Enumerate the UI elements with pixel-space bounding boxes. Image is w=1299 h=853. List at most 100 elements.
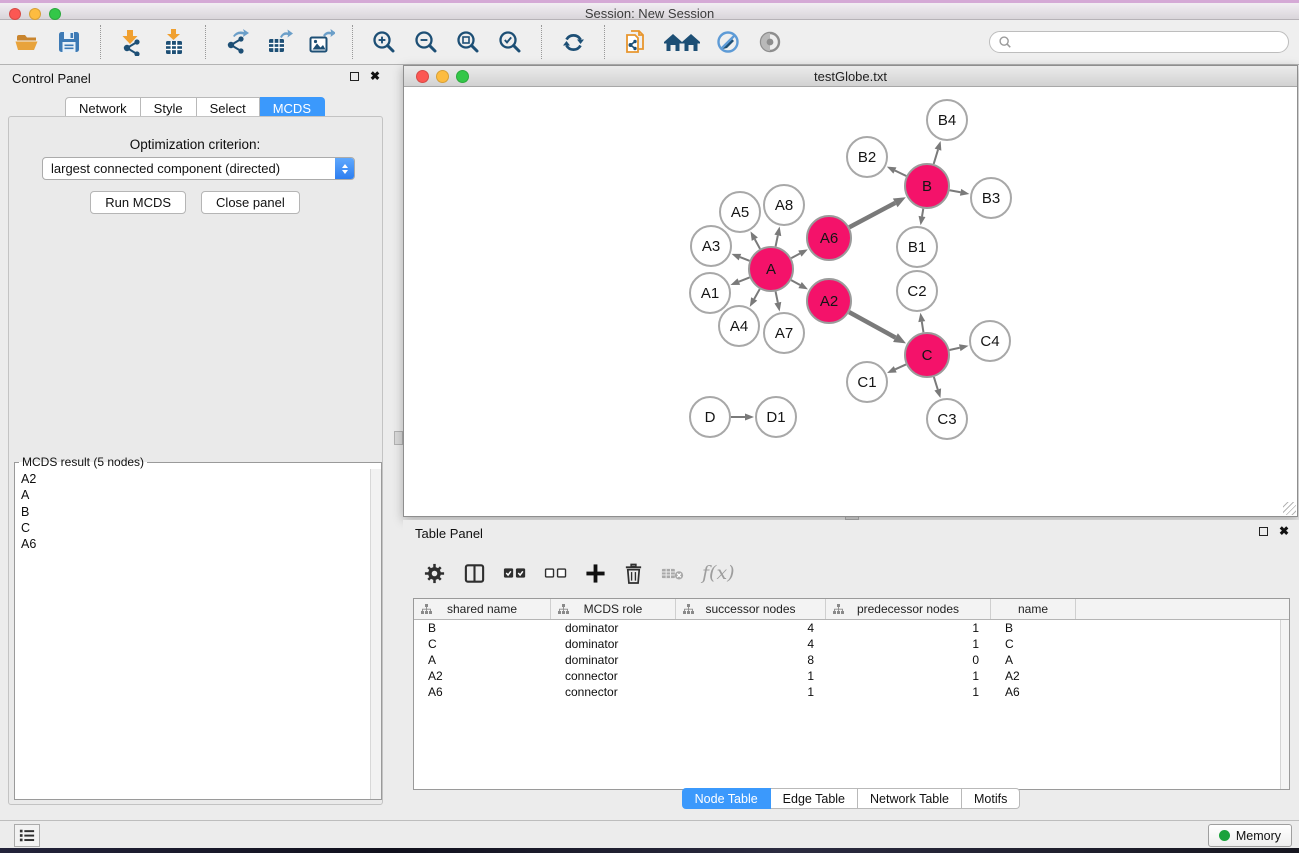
table-row[interactable]: A2connector11A2 — [414, 668, 1289, 684]
node-A8[interactable]: A8 — [764, 185, 804, 225]
node-C3[interactable]: C3 — [927, 399, 967, 439]
edge-A-A6[interactable] — [791, 249, 808, 258]
column-header-successor-nodes[interactable]: successor nodes — [676, 599, 826, 619]
node-C[interactable]: C — [905, 333, 949, 377]
float-table-panel-icon[interactable] — [1259, 527, 1268, 536]
node-A2[interactable]: A2 — [807, 279, 851, 323]
graphics-details-button[interactable] — [711, 26, 745, 58]
eye-button[interactable] — [753, 26, 787, 58]
node-B2[interactable]: B2 — [847, 137, 887, 177]
result-item[interactable]: A2 — [15, 471, 370, 487]
node-A[interactable]: A — [749, 247, 793, 291]
column-header-mcds-role[interactable]: MCDS role — [551, 599, 676, 619]
delete-table-button[interactable] — [661, 565, 685, 582]
zoom-selected-button[interactable] — [493, 26, 527, 58]
node-B3[interactable]: B3 — [971, 178, 1011, 218]
column-header-name[interactable]: name — [991, 599, 1076, 619]
table-row[interactable]: Adominator80A — [414, 652, 1289, 668]
table-row[interactable]: A6connector11A6 — [414, 684, 1289, 700]
edge-A-A7[interactable] — [774, 292, 781, 312]
node-C1[interactable]: C1 — [847, 362, 887, 402]
node-D1[interactable]: D1 — [756, 397, 796, 437]
table-tab-edge-table[interactable]: Edge Table — [771, 788, 858, 809]
deselect-all-button[interactable] — [544, 565, 568, 581]
network-window-titlebar[interactable]: testGlobe.txt — [404, 66, 1297, 87]
function-builder-button[interactable]: f(x) — [702, 562, 735, 584]
result-item[interactable]: A6 — [15, 536, 370, 552]
edge-C-C4[interactable] — [949, 344, 968, 351]
table-tab-network-table[interactable]: Network Table — [858, 788, 962, 809]
task-history-button[interactable] — [14, 824, 40, 847]
save-session-button[interactable] — [52, 26, 86, 58]
network-canvas[interactable]: A A1 A2 A3 A4 A5 A6 A7 A8 B B1 B2 B3B4 C C1 C2 C3C4 D D1 — [404, 87, 1297, 516]
refresh-button[interactable] — [556, 26, 590, 58]
column-header-shared-name[interactable]: shared name — [414, 599, 551, 619]
close-panel-icon[interactable]: ✖ — [370, 71, 380, 82]
table-settings-button[interactable] — [423, 562, 446, 585]
node-A3[interactable]: A3 — [691, 226, 731, 266]
float-panel-icon[interactable] — [350, 72, 359, 81]
result-list-scrollbar[interactable] — [370, 469, 381, 799]
node-D[interactable]: D — [690, 397, 730, 437]
zoom-out-button[interactable] — [409, 26, 443, 58]
search-input[interactable] — [1017, 35, 1280, 49]
edge-B-B3[interactable] — [950, 189, 970, 196]
node-C2[interactable]: C2 — [897, 271, 937, 311]
edge-B-B2[interactable] — [887, 167, 906, 176]
table-row[interactable]: Cdominator41C — [414, 636, 1289, 652]
node-C4[interactable]: C4 — [970, 321, 1010, 361]
node-A5[interactable]: A5 — [720, 192, 760, 232]
edge-A-A8[interactable] — [774, 227, 781, 247]
edge-A-A1[interactable] — [730, 277, 749, 285]
node-B1[interactable]: B1 — [897, 227, 937, 267]
home-button[interactable] — [661, 26, 703, 58]
edge-C-C3[interactable] — [934, 377, 941, 398]
edge-A-A2[interactable] — [791, 280, 808, 289]
edge-C-C1[interactable] — [887, 364, 906, 373]
export-image-button[interactable] — [304, 26, 338, 58]
import-table-button[interactable] — [157, 26, 191, 58]
edge-C-C2[interactable] — [918, 313, 925, 333]
edge-D-D1[interactable] — [731, 414, 754, 421]
node-A7[interactable]: A7 — [764, 313, 804, 353]
zoom-fit-button[interactable] — [451, 26, 485, 58]
edge-A6-B[interactable] — [849, 197, 905, 227]
edge-A2-C[interactable] — [849, 312, 906, 343]
delete-column-button[interactable] — [623, 562, 644, 585]
vertical-splitter-handle[interactable] — [394, 431, 403, 445]
resize-grip[interactable] — [1283, 502, 1296, 515]
node-A4[interactable]: A4 — [719, 306, 759, 346]
edge-A-A3[interactable] — [732, 254, 750, 261]
node-B4[interactable]: B4 — [927, 100, 967, 140]
edge-A-A4[interactable] — [750, 289, 760, 307]
edge-B-B4[interactable] — [934, 141, 942, 164]
criterion-dropdown[interactable]: largest connected component (directed) — [42, 157, 355, 180]
node-A6[interactable]: A6 — [807, 216, 851, 260]
export-network-button[interactable] — [220, 26, 254, 58]
run-mcds-button[interactable]: Run MCDS — [90, 191, 186, 214]
column-browser-button[interactable] — [463, 562, 486, 585]
open-session-button[interactable] — [10, 26, 44, 58]
close-panel-button[interactable]: Close panel — [201, 191, 300, 214]
import-network-button[interactable] — [115, 26, 149, 58]
close-table-panel-icon[interactable]: ✖ — [1279, 526, 1289, 537]
zoom-in-button[interactable] — [367, 26, 401, 58]
select-all-button[interactable] — [503, 565, 527, 581]
table-tab-node-table[interactable]: Node Table — [682, 788, 771, 809]
result-item[interactable]: B — [15, 504, 370, 520]
result-item[interactable]: A — [15, 487, 370, 503]
column-header-predecessor-nodes[interactable]: predecessor nodes — [826, 599, 991, 619]
table-scrollbar[interactable] — [1280, 620, 1289, 789]
edge-B-B1[interactable] — [919, 209, 926, 226]
network-from-file-button[interactable] — [619, 26, 653, 58]
result-item[interactable]: C — [15, 520, 370, 536]
node-A1[interactable]: A1 — [690, 273, 730, 313]
table-tab-motifs[interactable]: Motifs — [962, 788, 1020, 809]
node-B[interactable]: B — [905, 164, 949, 208]
memory-button[interactable]: Memory — [1208, 824, 1292, 847]
add-column-button[interactable] — [585, 563, 606, 584]
edge-A-A5[interactable] — [751, 231, 761, 248]
mcds-result-title: MCDS result (5 nodes) — [19, 455, 147, 469]
table-row[interactable]: Bdominator41B — [414, 620, 1289, 636]
export-table-button[interactable] — [262, 26, 296, 58]
